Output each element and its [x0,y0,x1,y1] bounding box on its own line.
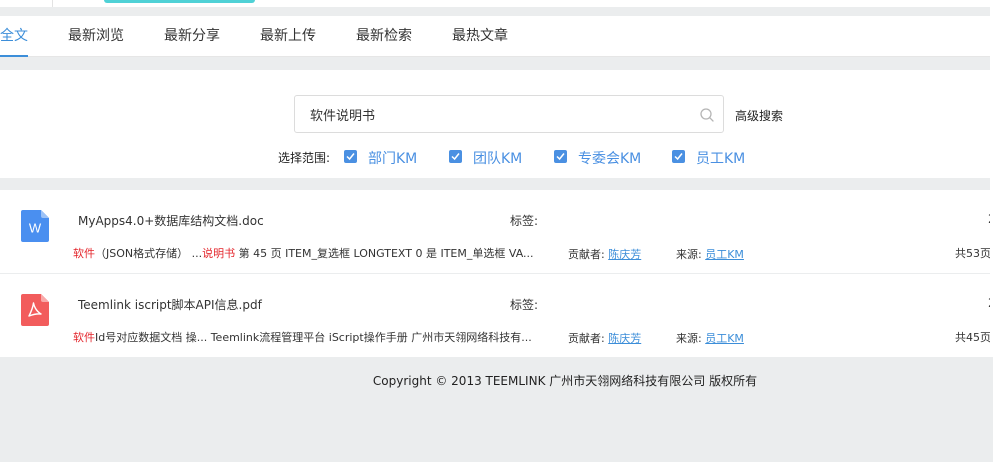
results-list: W MyApps4.0+数据库结构文档.doc 标签: 2 软件（JSON格式存… [0,190,993,357]
pdf-icon[interactable] [21,294,51,326]
tag-label: 标签: [510,214,539,228]
word-doc-icon[interactable]: W [21,210,51,242]
tab-recent-browse[interactable]: 最新浏览 [68,16,124,56]
scope-label-text: 团队KM [473,151,523,167]
gray-band [0,7,993,16]
active-indicator [104,0,255,3]
scope-label-text: 部门KM [368,151,418,167]
checkbox-checked-icon[interactable] [554,150,567,163]
result-snippet: 软件（JSON格式存储） ...说明书 第 45 页 ITEM_复选框 LONG… [73,247,534,260]
scope-label-text: 专委会KM [578,151,642,167]
source: 来源: 员工KM [676,248,744,261]
result-title-link[interactable]: MyApps4.0+数据库结构文档.doc [78,212,264,229]
page-count: 共53页 [955,247,991,260]
top-strip [0,0,993,16]
search-icon[interactable] [699,107,715,123]
tag-label: 标签: [510,298,539,312]
contributor: 贡献者: 陈庆芳 [568,248,642,261]
tab-recent-share[interactable]: 最新分享 [164,16,220,56]
search-panel: 高级搜索 选择范围: 部门KM 团队KM 专委会KM 员工KM [0,70,993,178]
search-box [294,95,724,133]
tab-recent-upload[interactable]: 最新上传 [260,16,316,56]
scope-label-text: 员工KM [696,151,746,167]
checkbox-checked-icon[interactable] [672,150,685,163]
result-row: Teemlink iscript脚本API信息.pdf 标签: 2 软件Id号对… [0,273,993,357]
copyright-footer: Copyright © 2013 TEEMLINK 广州市天翎网络科技有限公司 … [372,374,758,388]
scope-label: 选择范围: [278,151,331,165]
scope-selector: 选择范围: 部门KM 团队KM 专委会KM 员工KM [0,148,993,167]
search-input[interactable] [295,96,700,132]
tab-hottest[interactable]: 最热文章 [452,16,508,56]
tab-bar: 全文 最新浏览 最新分享 最新上传 最新检索 最热文章 [0,16,993,57]
checkbox-checked-icon[interactable] [344,150,357,163]
result-title-link[interactable]: Teemlink iscript脚本API信息.pdf [78,296,262,313]
source: 来源: 员工KM [676,332,744,345]
tab-fulltext[interactable]: 全文 [0,16,28,57]
source-link[interactable]: 员工KM [705,332,744,345]
source-link[interactable]: 员工KM [705,248,744,261]
tab-recent-search[interactable]: 最新检索 [356,16,412,56]
page-count: 共45页 [955,331,991,344]
contributor-link[interactable]: 陈庆芳 [608,332,641,345]
result-row: W MyApps4.0+数据库结构文档.doc 标签: 2 软件（JSON格式存… [0,190,993,273]
advanced-search-link[interactable]: 高级搜索 [735,107,783,124]
checkbox-checked-icon[interactable] [449,150,462,163]
result-snippet: 软件Id号对应数据文档 操... Teemlink流程管理平台 iScript操… [73,331,532,344]
divider [52,0,53,7]
contributor-link[interactable]: 陈庆芳 [608,248,641,261]
word-doc-letter: W [29,221,42,236]
contributor: 贡献者: 陈庆芳 [568,332,642,345]
